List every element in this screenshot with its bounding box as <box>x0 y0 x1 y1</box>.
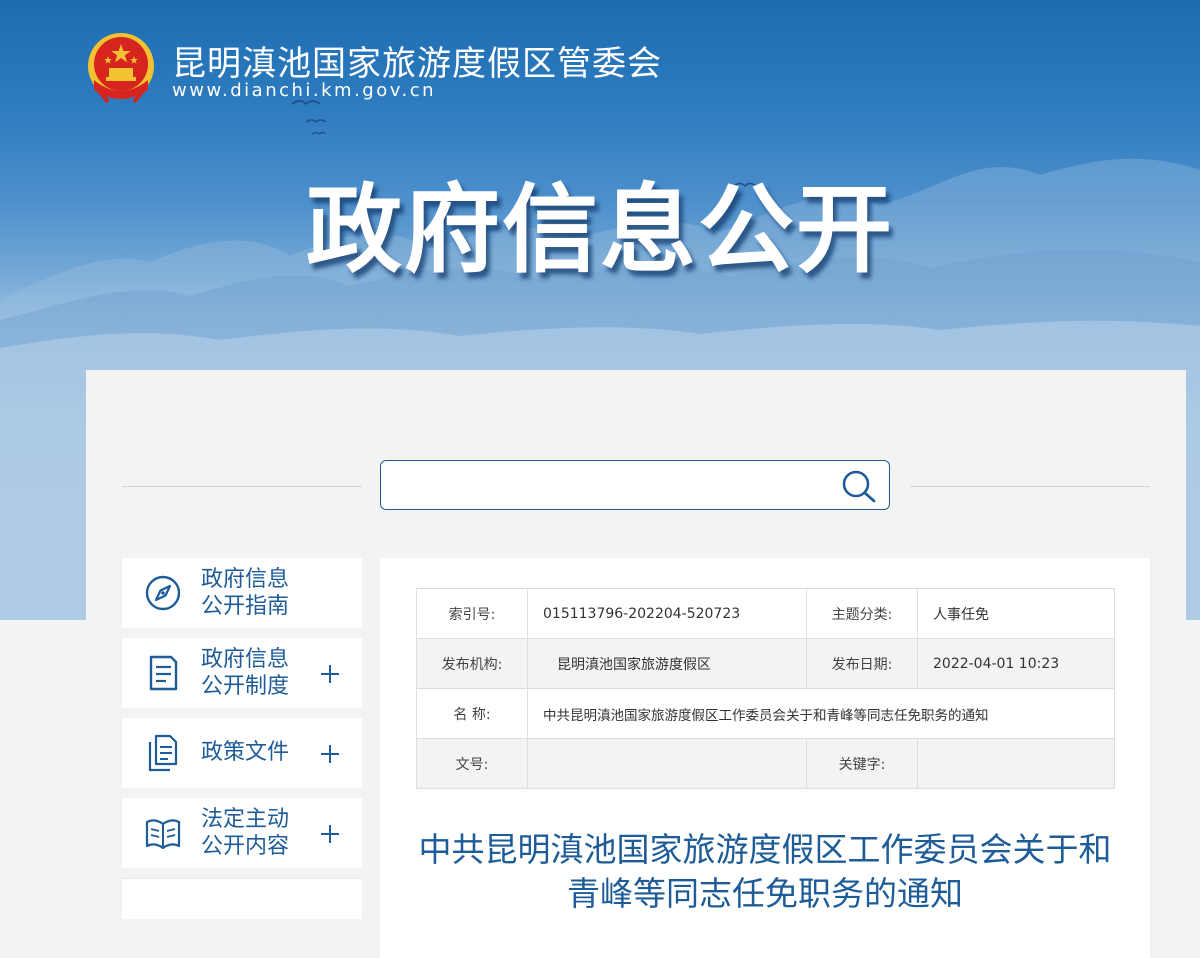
sidebar-nav: 政府信息 公开指南 政府信息 公开制度 政策文件 法定主动 公开内容 <box>122 558 362 919</box>
label-line-2: 公开内容 <box>201 834 290 859</box>
files-icon <box>148 734 178 772</box>
content-panel: 政府信息 公开指南 政府信息 公开制度 政策文件 法定主动 公开内容 索引号: … <box>86 370 1186 958</box>
sidebar-item-label: 法定主动 公开内容 <box>201 806 321 860</box>
label-line-2: 公开指南 <box>201 594 290 619</box>
open-book-icon <box>145 819 181 850</box>
keyword-label: 关键字: <box>806 738 918 789</box>
sidebar-item-disclosure-system[interactable]: 政府信息 公开制度 <box>122 638 362 708</box>
hero-title: 政府信息公开 <box>306 174 894 286</box>
compass-icon <box>145 575 181 611</box>
table-row: 发布机构: 昆明滇池国家旅游度假区 发布日期: 2022-04-01 10:23 <box>416 638 1115 689</box>
publisher-value: 昆明滇池国家旅游度假区 <box>527 638 807 689</box>
keyword-value <box>917 738 1115 789</box>
site-url[interactable]: www.dianchi.km.gov.cn <box>172 80 436 101</box>
date-label: 发布日期: <box>806 638 918 689</box>
name-label: 名 称: <box>416 688 528 739</box>
topic-label: 主题分类: <box>806 588 918 639</box>
sidebar-item-label: 政府信息 公开制度 <box>201 646 321 700</box>
label-line-1: 政策文件 <box>201 740 290 765</box>
sidebar-submenu-area <box>122 878 362 919</box>
expand-plus-icon[interactable] <box>320 824 340 844</box>
article-card: 索引号: 015113796-202204-520723 主题分类: 人事任免 … <box>380 558 1150 958</box>
date-value: 2022-04-01 10:23 <box>917 638 1115 689</box>
expand-plus-icon[interactable] <box>320 664 340 684</box>
national-emblem-icon <box>88 33 154 104</box>
expand-plus-icon[interactable] <box>320 744 340 764</box>
document-list-icon <box>149 655 178 691</box>
search-divider-right <box>910 486 1150 487</box>
docno-value <box>527 738 807 789</box>
sidebar-item-statutory-disclosure[interactable]: 法定主动 公开内容 <box>122 798 362 868</box>
index-label: 索引号: <box>416 588 528 639</box>
sidebar-item-label: 政策文件 <box>201 739 321 766</box>
name-value: 中共昆明滇池国家旅游度假区工作委员会关于和青峰等同志任免职务的通知 <box>527 688 1115 739</box>
table-row: 文号: 关键字: <box>416 738 1115 789</box>
search-input[interactable] <box>395 469 829 503</box>
topic-value: 人事任免 <box>917 588 1115 639</box>
table-row: 名 称: 中共昆明滇池国家旅游度假区工作委员会关于和青峰等同志任免职务的通知 <box>416 688 1115 739</box>
metadata-table: 索引号: 015113796-202204-520723 主题分类: 人事任免 … <box>416 588 1115 789</box>
sidebar-item-label: 政府信息 公开指南 <box>201 566 321 620</box>
label-line-2: 公开制度 <box>201 674 290 699</box>
table-row: 索引号: 015113796-202204-520723 主题分类: 人事任免 <box>416 588 1115 639</box>
label-line-1: 政府信息 <box>201 567 290 592</box>
label-line-1: 政府信息 <box>201 647 290 672</box>
docno-label: 文号: <box>416 738 528 789</box>
sidebar-item-policy-documents[interactable]: 政策文件 <box>122 718 362 788</box>
search-divider-left <box>122 486 362 487</box>
search-icon[interactable] <box>841 469 877 503</box>
article-title: 中共昆明滇池国家旅游度假区工作委员会关于和青峰等同志任免职务的通知 <box>418 830 1112 913</box>
sidebar-item-disclosure-guide[interactable]: 政府信息 公开指南 <box>122 558 362 628</box>
publisher-label: 发布机构: <box>416 638 528 689</box>
search-box <box>380 460 890 510</box>
index-value: 015113796-202204-520723 <box>527 588 807 639</box>
site-name[interactable]: 昆明滇池国家旅游度假区管委会 <box>172 36 662 85</box>
label-line-1: 法定主动 <box>201 807 290 832</box>
